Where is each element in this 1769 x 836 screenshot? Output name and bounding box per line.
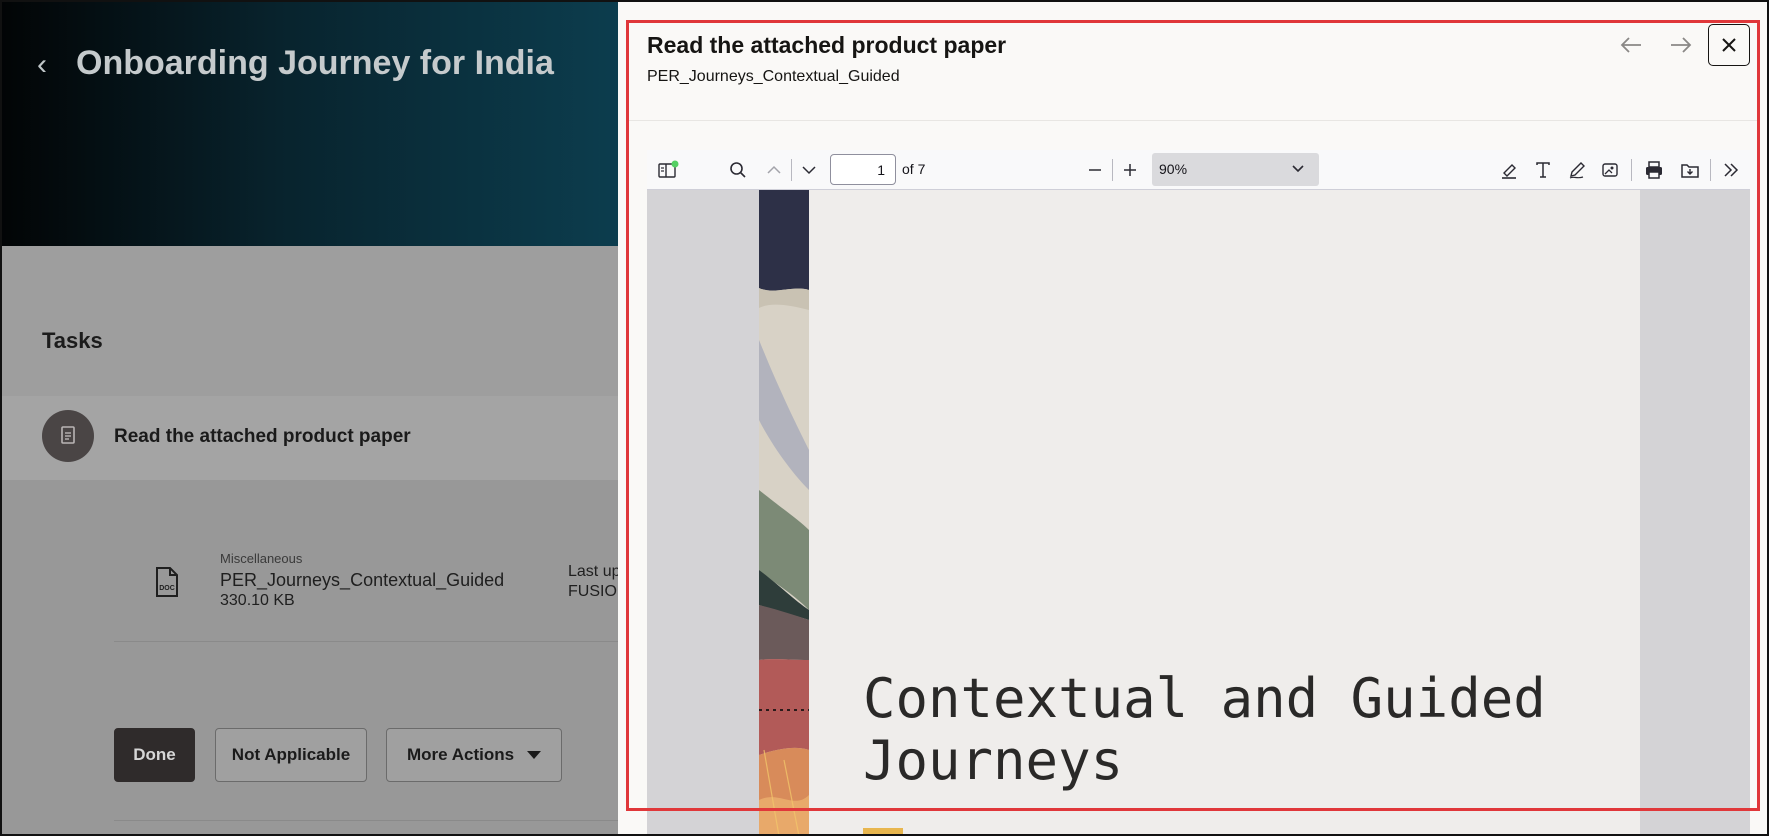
attachment-category: Miscellaneous [220,551,303,566]
attachment-panel [0,480,620,836]
back-chevron-icon[interactable]: ‹ [30,50,54,80]
close-icon [1722,38,1736,52]
doc-file-icon: DOC [154,566,180,598]
svg-text:DOC: DOC [159,585,175,592]
divider [114,820,620,821]
arrow-right-icon[interactable] [1664,30,1698,60]
done-button[interactable]: Done [114,728,195,782]
attachment-size: 330.10 KB [220,592,295,609]
document-heading-line2: Journeys [863,729,1124,792]
page-header: ‹ Onboarding Journey for India [0,0,620,246]
last-updated-label: Last up [568,563,620,580]
caret-down-icon [527,751,541,759]
cover-artwork [759,190,809,836]
zoom-select[interactable]: 90% [1152,153,1319,186]
page-count-label: of 7 [902,161,926,177]
drawer-divider [628,120,1758,121]
highlight-icon[interactable] [1496,158,1522,182]
drawer-subtitle: PER_Journeys_Contextual_Guided [647,68,900,85]
attachment-file-name[interactable]: PER_Journeys_Contextual_Guided [220,570,504,591]
close-button[interactable] [1708,24,1750,66]
page-body: Tasks Read the attached product paper DO… [0,246,620,836]
toolbar-separator [1631,159,1632,181]
task-document-icon [42,410,94,462]
not-applicable-button[interactable]: Not Applicable [215,728,367,782]
document-heading: Contextual and Guided Journeys [863,668,1546,792]
sidebar-toggle-icon[interactable] [655,158,681,182]
search-icon[interactable] [725,158,751,182]
more-actions-button[interactable]: More Actions [386,728,562,782]
print-icon[interactable] [1641,158,1667,182]
attachment-last-updated: Last up FUSIO [568,562,620,602]
chevron-down-icon [1291,161,1305,177]
divider [114,641,620,642]
toolbar-separator [1710,159,1711,181]
arrow-left-icon[interactable] [1614,30,1648,60]
drawer-title: Read the attached product paper [647,32,1007,58]
chevron-up-icon[interactable] [761,158,787,182]
more-actions-label: More Actions [407,745,515,764]
chevron-down-icon[interactable] [796,158,822,182]
zoom-value: 90% [1159,161,1188,177]
toolbar-separator [1112,159,1113,181]
toolbar-separator [791,159,792,181]
accent-mark [863,828,903,836]
draw-icon[interactable] [1564,158,1590,182]
zoom-in-icon[interactable] [1117,158,1143,182]
pdf-page: Contextual and Guided Journeys [759,190,1640,836]
task-name[interactable]: Read the attached product paper [114,426,411,448]
text-icon[interactable] [1530,158,1556,182]
image-icon[interactable] [1597,158,1623,182]
tasks-heading: Tasks [42,328,103,353]
page-number-input[interactable] [830,154,896,185]
more-tools-icon[interactable] [1718,158,1744,182]
zoom-out-icon[interactable] [1082,158,1108,182]
last-updated-by: FUSIO [568,583,617,600]
document-heading-line1: Contextual and Guided [863,667,1546,730]
page-title: Onboarding Journey for India [76,44,554,82]
save-icon[interactable] [1677,158,1703,182]
